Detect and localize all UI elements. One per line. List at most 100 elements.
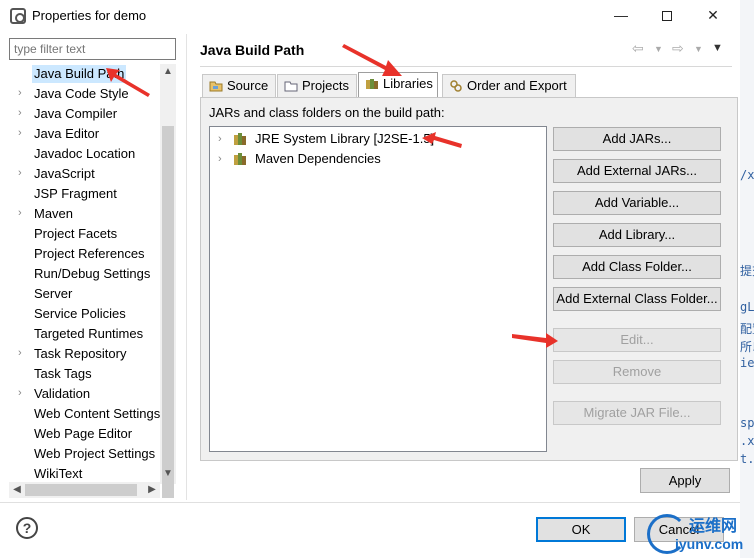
tree-item[interactable]: Task Tags [9, 364, 161, 384]
ok-button[interactable]: OK [536, 517, 626, 542]
property-page-tree: Java Build Path › Java Code Style › Java Com… [9, 64, 176, 498]
page-navigation: ⇦ ▼ ⇨ ▼ ▼ [630, 40, 730, 60]
tab-order-and-export-label: Order and Export [467, 78, 567, 93]
tree-item[interactable]: Web Page Editor [9, 424, 161, 444]
tree-item-label: Maven [34, 206, 74, 221]
tree-item[interactable]: › JavaScript [9, 164, 161, 184]
tree-item[interactable]: Run/Debug Settings [9, 264, 161, 284]
maximize-button[interactable] [652, 4, 682, 26]
expand-arrow-icon[interactable]: › [18, 164, 28, 182]
add-class-folder-button[interactable]: Add Class Folder... [553, 255, 721, 279]
tree-item-label: Targeted Runtimes [34, 326, 144, 341]
left-tree-horizontal-scrollbar[interactable]: ◀ ▶ [9, 482, 160, 498]
library-item-label: JRE System Library [J2SE-1.5] [255, 131, 435, 146]
back-arrow-icon[interactable]: ⇦ [632, 40, 644, 57]
tree-item[interactable]: › Java Compiler [9, 104, 161, 124]
tree-item-label: Web Project Settings [34, 446, 156, 461]
annotation-arrow-icon [342, 44, 402, 76]
background-editor-peek: /x 提交 gLo 配置 所以 ief sp .x t. [740, 0, 754, 558]
tree-item-label: Run/Debug Settings [34, 266, 151, 281]
tree-item-label: Validation [34, 386, 91, 401]
tree-item[interactable]: › Java Editor [9, 124, 161, 144]
projects-folder-icon [284, 81, 298, 92]
close-button[interactable]: ✕ [698, 4, 728, 26]
tree-item[interactable]: JSP Fragment [9, 184, 161, 204]
tree-item-label: Web Content Settings [34, 406, 161, 421]
expand-arrow-icon[interactable]: › [18, 204, 28, 222]
tab-source[interactable]: Source [202, 74, 276, 98]
tree-item-label: Web Page Editor [34, 426, 133, 441]
tree-item-label: JSP Fragment [34, 186, 117, 201]
left-tree-vertical-scrollbar[interactable]: ▲ ▼ [160, 64, 176, 498]
tab-projects-label: Projects [302, 78, 349, 93]
maximize-icon [662, 11, 672, 22]
libraries-tree: › JRE System Library [J2SE-1.5] › Maven … [209, 126, 547, 452]
title-separator [200, 66, 732, 67]
tree-item-label: Project Facets [34, 226, 118, 241]
source-folder-icon [209, 81, 223, 92]
watermark-logo: 运维网 iyunv.com [645, 510, 754, 558]
panel-divider[interactable] [186, 34, 187, 500]
tree-item[interactable]: Javadoc Location [9, 144, 161, 164]
scroll-down-icon[interactable]: ▼ [160, 466, 176, 482]
tree-item-label: Service Policies [34, 306, 126, 321]
migrate-jar-button[interactable]: Migrate JAR File... [553, 401, 721, 425]
view-menu-icon[interactable]: ▼ [712, 42, 723, 54]
library-item-label: Maven Dependencies [255, 151, 381, 166]
tree-item[interactable]: Targeted Runtimes [9, 324, 161, 344]
scroll-left-icon[interactable]: ◀ [9, 482, 25, 498]
tree-item[interactable]: Project Facets [9, 224, 161, 244]
tab-order-and-export[interactable]: Order and Export [442, 74, 576, 98]
add-external-class-folder-button[interactable]: Add External Class Folder... [553, 287, 721, 311]
library-icon [234, 153, 246, 165]
library-icon [234, 133, 246, 145]
scroll-right-icon[interactable]: ▶ [144, 482, 160, 498]
watermark-cn-text: 运维网 [689, 516, 738, 535]
tree-item-label: Project References [34, 246, 145, 261]
add-variable-button[interactable]: Add Variable... [553, 191, 721, 215]
expand-arrow-icon[interactable]: › [18, 104, 28, 122]
scroll-up-icon[interactable]: ▲ [160, 64, 176, 80]
tree-item-label: WikiText [34, 466, 83, 481]
tree-item-label: Server [34, 286, 73, 301]
forward-arrow-icon[interactable]: ⇨ [672, 40, 684, 57]
window-title: Properties for demo [32, 8, 147, 23]
tree-item-label: Task Tags [34, 366, 92, 381]
order-export-icon [450, 80, 462, 92]
page-title: Java Build Path [200, 42, 305, 58]
tree-item[interactable]: Web Content Settings [9, 404, 161, 424]
footer-separator [0, 502, 740, 503]
expand-arrow-icon[interactable]: › [218, 149, 222, 169]
annotation-arrow-icon [422, 132, 462, 148]
expand-arrow-icon[interactable]: › [18, 84, 28, 102]
add-jars-button[interactable]: Add JARs... [553, 127, 721, 151]
expand-arrow-icon[interactable]: › [18, 124, 28, 142]
apply-button[interactable]: Apply [640, 468, 730, 493]
back-dropdown-icon[interactable]: ▼ [654, 44, 663, 54]
edit-button[interactable]: Edit... [553, 328, 721, 352]
expand-arrow-icon[interactable]: › [18, 344, 28, 362]
tree-item[interactable]: WikiText [9, 464, 161, 484]
filter-input[interactable] [9, 38, 176, 60]
add-external-jars-button[interactable]: Add External JARs... [553, 159, 721, 183]
scrollbar-thumb[interactable] [25, 484, 137, 496]
add-library-button[interactable]: Add Library... [553, 223, 721, 247]
tree-item[interactable]: Server [9, 284, 161, 304]
tree-item[interactable]: › Task Repository [9, 344, 161, 364]
remove-button[interactable]: Remove [553, 360, 721, 384]
tree-item[interactable]: Project References [9, 244, 161, 264]
tree-item-label: Java Compiler [34, 106, 118, 121]
tree-item[interactable]: › Maven [9, 204, 161, 224]
tree-item-label: JavaScript [34, 166, 95, 181]
annotation-arrow-icon [106, 68, 150, 97]
tree-item[interactable]: Service Policies [9, 304, 161, 324]
expand-arrow-icon[interactable]: › [218, 129, 222, 149]
expand-arrow-icon[interactable]: › [18, 384, 28, 402]
annotation-arrow-icon [512, 333, 558, 348]
scrollbar-thumb[interactable] [162, 126, 174, 498]
help-icon[interactable]: ? [16, 517, 38, 539]
forward-dropdown-icon[interactable]: ▼ [694, 44, 703, 54]
tree-item[interactable]: Web Project Settings [9, 444, 161, 464]
minimize-button[interactable]: — [606, 4, 636, 26]
tree-item[interactable]: › Validation [9, 384, 161, 404]
